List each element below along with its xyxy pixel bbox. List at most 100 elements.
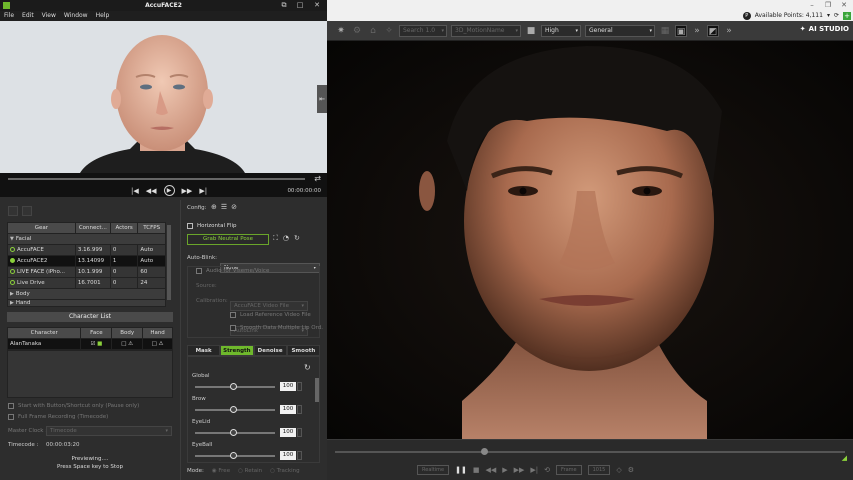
float-icon[interactable]: ⧉	[277, 0, 291, 11]
slider-knob[interactable]	[230, 429, 237, 436]
end-icon[interactable]: ▶|	[530, 466, 538, 474]
collapse-arrow-icon[interactable]: ▶	[10, 301, 14, 306]
slider-value[interactable]: 100	[280, 428, 296, 437]
config-load-icon[interactable]: ⊕	[211, 203, 217, 211]
menu-help[interactable]: Help	[96, 11, 110, 21]
pause-icon[interactable]: ❚❚	[455, 466, 467, 474]
mode-tracking-radio[interactable]: ○ Tracking	[270, 468, 299, 474]
stop-icon[interactable]: ■	[473, 466, 480, 474]
body-box-icon[interactable]: □	[121, 341, 126, 347]
spinner[interactable]	[297, 428, 302, 437]
menu-edit[interactable]: Edit	[22, 11, 34, 21]
quality-dropdown[interactable]: High ▾	[541, 24, 581, 37]
render-icon[interactable]: ▣	[675, 24, 687, 37]
head-icon[interactable]: ◔	[283, 234, 289, 243]
pin-icon[interactable]: ✧	[383, 25, 395, 37]
horizontal-flip-checkbox[interactable]	[187, 223, 193, 229]
realtime-button[interactable]: Realtime	[417, 465, 450, 475]
grab-neutral-pose-button[interactable]: Grab Neutral Pose	[187, 234, 269, 245]
full-frame-checkbox[interactable]	[8, 414, 14, 420]
timeline-track[interactable]	[335, 451, 845, 453]
gear-group-body[interactable]: ▶ Body	[7, 288, 166, 300]
master-clock-dropdown[interactable]: Timecode ▾	[46, 426, 172, 436]
audio-visemes-row[interactable]: Audio for Viseme/Voice	[196, 268, 269, 274]
smooth-lips-checkbox[interactable]	[230, 325, 236, 331]
reset-strength-icon[interactable]: ↻	[304, 363, 311, 372]
strength-scrollbar[interactable]	[315, 378, 319, 402]
tab-denoise[interactable]: Denoise	[253, 345, 287, 356]
tab-strength[interactable]: Strength	[220, 345, 254, 356]
menu-view[interactable]: View	[42, 11, 56, 21]
add-gear-button[interactable]	[8, 206, 18, 216]
full-frame-row[interactable]: Full Frame Recording (Timecode)	[8, 414, 108, 420]
gear-row[interactable]: Live Drive 16.7001 0 24	[7, 277, 166, 289]
stage-icon[interactable]: ⌂	[367, 25, 379, 37]
preset-dropdown[interactable]: General ▾	[585, 24, 655, 37]
load-reference-checkbox[interactable]	[230, 312, 236, 318]
hand-box-icon[interactable]: □	[152, 341, 157, 347]
spinner[interactable]	[297, 382, 302, 391]
face-active-icon[interactable]: ■	[97, 341, 102, 347]
load-reference-row[interactable]: Load Reference Video File	[230, 312, 311, 318]
face-checkbox-icon[interactable]: ☑	[90, 341, 95, 347]
next-frame-icon[interactable]: ▶▶	[514, 466, 525, 474]
slider-knob[interactable]	[230, 452, 237, 459]
horizontal-flip-row[interactable]: Horizontal Flip	[187, 223, 237, 229]
start-with-button-checkbox[interactable]	[8, 403, 14, 409]
start-with-button-row[interactable]: Start with Button/Shortcut only (Pause o…	[8, 403, 139, 409]
restore-icon[interactable]: ❐	[821, 0, 835, 10]
config-save-icon[interactable]: ⊘	[231, 203, 237, 211]
minimize-icon[interactable]: –	[805, 0, 819, 10]
expand-icon[interactable]: »	[691, 25, 703, 37]
gear-icon[interactable]: ⚙	[351, 25, 363, 37]
close-icon[interactable]: ✕	[310, 0, 324, 11]
frame-number-field[interactable]: 1015	[587, 465, 611, 475]
gear-group-facial[interactable]: ▼ Facial	[7, 233, 166, 245]
slider-knob[interactable]	[230, 406, 237, 413]
source-dropdown[interactable]: AccuFACE Video File ▾	[230, 301, 308, 311]
tab-smooth[interactable]: Smooth	[286, 345, 320, 356]
fast-forward-icon[interactable]: ▶▶	[182, 187, 193, 195]
gear-row[interactable]: AccuFACE 3.16.999 0 Auto	[7, 244, 166, 256]
camera-view-icon[interactable]: ◩	[707, 24, 719, 37]
prev-frame-icon[interactable]: ◀◀	[485, 466, 496, 474]
rewind-icon[interactable]: ◀◀	[146, 187, 157, 195]
close-icon[interactable]: ✕	[837, 0, 851, 10]
reset-icon[interactable]: ↻	[294, 234, 300, 243]
smooth-lips-row[interactable]: Smooth Data Multiple Lip Ord.	[230, 325, 323, 331]
video-seek-bar[interactable]	[8, 178, 305, 180]
sun-icon[interactable]: ✷	[335, 25, 347, 37]
points-dropdown-icon[interactable]: ▾	[827, 12, 830, 19]
gear-group-hand[interactable]: ▶ Hand	[7, 299, 166, 307]
keyframe-icon[interactable]: ◇	[616, 466, 621, 474]
gear-row-selected[interactable]: AccuFACE2 13.14099 1 Auto	[7, 255, 166, 267]
gear-row[interactable]: LIVE FACE (iPho... 10.1.999 0 60	[7, 266, 166, 278]
maximize-icon[interactable]: □	[293, 0, 307, 11]
3d-viewport[interactable]	[327, 41, 853, 439]
tab-mask[interactable]: Mask	[187, 345, 221, 356]
face-frame-icon[interactable]: ⛶	[273, 234, 278, 243]
timeline-playhead[interactable]	[481, 448, 488, 455]
ai-studio-button[interactable]: ✦ AI STUDIO	[800, 25, 849, 33]
search-dropdown[interactable]: Search 1.0 ▾	[399, 24, 447, 37]
expand-more-icon[interactable]: »	[723, 25, 735, 37]
loop-icon[interactable]: ⟲	[544, 466, 550, 474]
expand-arrow-icon[interactable]: ▼	[10, 236, 14, 242]
first-frame-icon[interactable]: |◀	[131, 187, 139, 195]
slider-value[interactable]: 100	[280, 405, 296, 414]
motion-dropdown[interactable]: 3D_MotionName ▾	[451, 24, 521, 37]
character-row[interactable]: AlanTanaka ☑ ■ □ ⚠ □ ⚠	[6, 338, 173, 350]
mode-free-radio[interactable]: ◉ Free	[212, 468, 230, 474]
loop-icon[interactable]: ⇄	[314, 174, 321, 183]
play-button[interactable]: ▶	[163, 185, 175, 196]
grid-icon[interactable]: ▦	[659, 25, 671, 37]
slider-value[interactable]: 100	[280, 382, 296, 391]
menu-window[interactable]: Window	[64, 11, 88, 21]
resize-grip-icon[interactable]: ◢	[842, 454, 847, 462]
gear-scrollbar[interactable]	[167, 225, 171, 300]
collapse-panel-button[interactable]: ⇤	[317, 85, 327, 113]
spinner[interactable]	[297, 451, 302, 460]
config-list-icon[interactable]: ☰	[221, 203, 227, 211]
remove-gear-button[interactable]	[22, 206, 32, 216]
add-points-button[interactable]: +	[843, 11, 851, 20]
